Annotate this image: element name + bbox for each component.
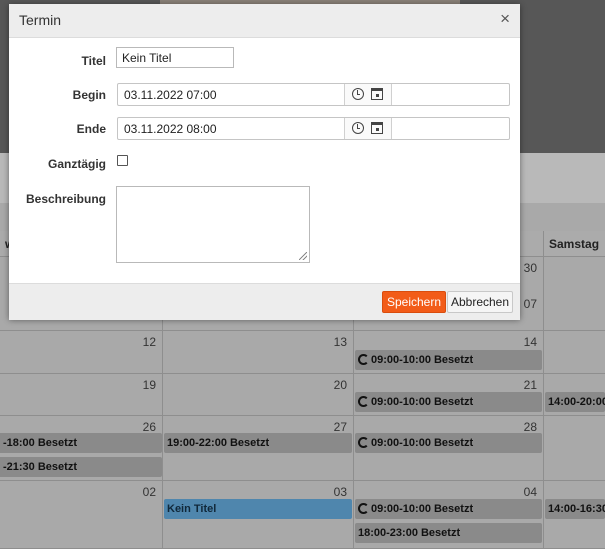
calendar-icon[interactable] [371,122,383,134]
day-number: 26 [142,420,156,434]
event-item-selected[interactable]: Kein Titel [164,499,352,519]
event-item[interactable]: 18:00-23:00 Besetzt [355,523,542,543]
day-number: 12 [142,335,156,349]
day-cell[interactable] [544,257,605,331]
event-item[interactable]: -21:30 Besetzt [0,457,162,477]
titel-input[interactable] [116,47,234,68]
event-item[interactable]: 19:00-22:00 Besetzt [164,433,352,453]
event-label: 19:00-22:00 Besetzt [167,437,270,449]
day-number: 03 [333,485,347,499]
day-number: 14 [523,335,537,349]
beschreibung-textarea[interactable] [116,186,310,263]
event-label: 14:00-20:00 B [548,396,605,408]
day-cell[interactable]: 13 [163,331,354,374]
clock-icon[interactable] [352,88,364,100]
begin-value[interactable]: 03.11.2022 07:00 [124,88,217,102]
event-item[interactable]: 14:00-16:30 B [545,499,605,519]
day-number: 30 [523,261,537,275]
day-number: 27 [333,420,347,434]
dialog-footer: Speichern Abbrechen [9,283,520,320]
ende-picker-buttons [344,118,392,139]
save-button[interactable]: Speichern [382,291,446,313]
termin-dialog: Termin × Titel Begin 03.11.2022 07:00 En… [9,4,520,320]
day-cell[interactable] [544,331,605,374]
day-cell[interactable] [544,416,605,481]
event-item[interactable]: 14:00-20:00 B [545,392,605,412]
day-number: 28 [523,420,537,434]
event-label: 14:00-16:30 B [548,503,605,515]
day-number: 20 [333,378,347,392]
event-item[interactable]: 09:00-10:00 Besetzt [355,433,542,453]
event-label: 18:00-23:00 Besetzt [358,527,461,539]
cancel-button[interactable]: Abbrechen [447,291,513,313]
day-number: 04 [523,485,537,499]
event-label: 09:00-10:00 Besetzt [371,437,474,449]
recurring-icon [358,437,369,448]
event-item[interactable]: 09:00-10:00 Besetzt [355,392,542,412]
recurring-icon [358,396,369,407]
day-number: 13 [333,335,347,349]
event-label: -21:30 Besetzt [3,461,77,473]
ende-label: Ende [76,122,106,136]
resize-grip-icon[interactable] [299,252,307,260]
event-label: -18:00 Besetzt [3,437,77,449]
begin-picker-buttons [344,84,392,105]
day-cell[interactable]: 20 [163,374,354,416]
event-label: Kein Titel [167,503,217,515]
ganztaegig-checkbox[interactable] [117,155,128,166]
day-number: 07 [523,297,537,311]
calendar-icon[interactable] [371,88,383,100]
dialog-title: Termin [19,12,62,28]
day-cell[interactable]: 12 [0,331,163,374]
event-item[interactable]: 09:00-10:00 Besetzt [355,350,542,370]
close-icon[interactable]: × [500,10,510,28]
titel-label: Titel [81,54,106,68]
day-number: 19 [142,378,156,392]
ende-datetime-picker[interactable]: 03.11.2022 08:00 [117,117,510,140]
day-cell[interactable]: 02 [0,481,163,549]
column-header-samstag: Samstag [544,231,605,257]
event-item[interactable]: -18:00 Besetzt [0,433,162,453]
event-label: 09:00-10:00 Besetzt [371,354,474,366]
day-number: 02 [142,485,156,499]
begin-label: Begin [72,88,106,102]
event-item[interactable]: 09:00-10:00 Besetzt [355,499,542,519]
ende-value[interactable]: 03.11.2022 08:00 [124,122,217,136]
clock-icon[interactable] [352,122,364,134]
event-label: 09:00-10:00 Besetzt [371,503,474,515]
ganztaegig-label: Ganztägig [47,157,106,171]
day-cell[interactable]: 19 [0,374,163,416]
event-label: 09:00-10:00 Besetzt [371,396,474,408]
begin-datetime-picker[interactable]: 03.11.2022 07:00 [117,83,510,106]
recurring-icon [358,354,369,365]
recurring-icon [358,503,369,514]
dialog-titlebar[interactable]: Termin × [9,4,520,38]
day-number: 21 [523,378,537,392]
beschreibung-label: Beschreibung [25,192,106,206]
